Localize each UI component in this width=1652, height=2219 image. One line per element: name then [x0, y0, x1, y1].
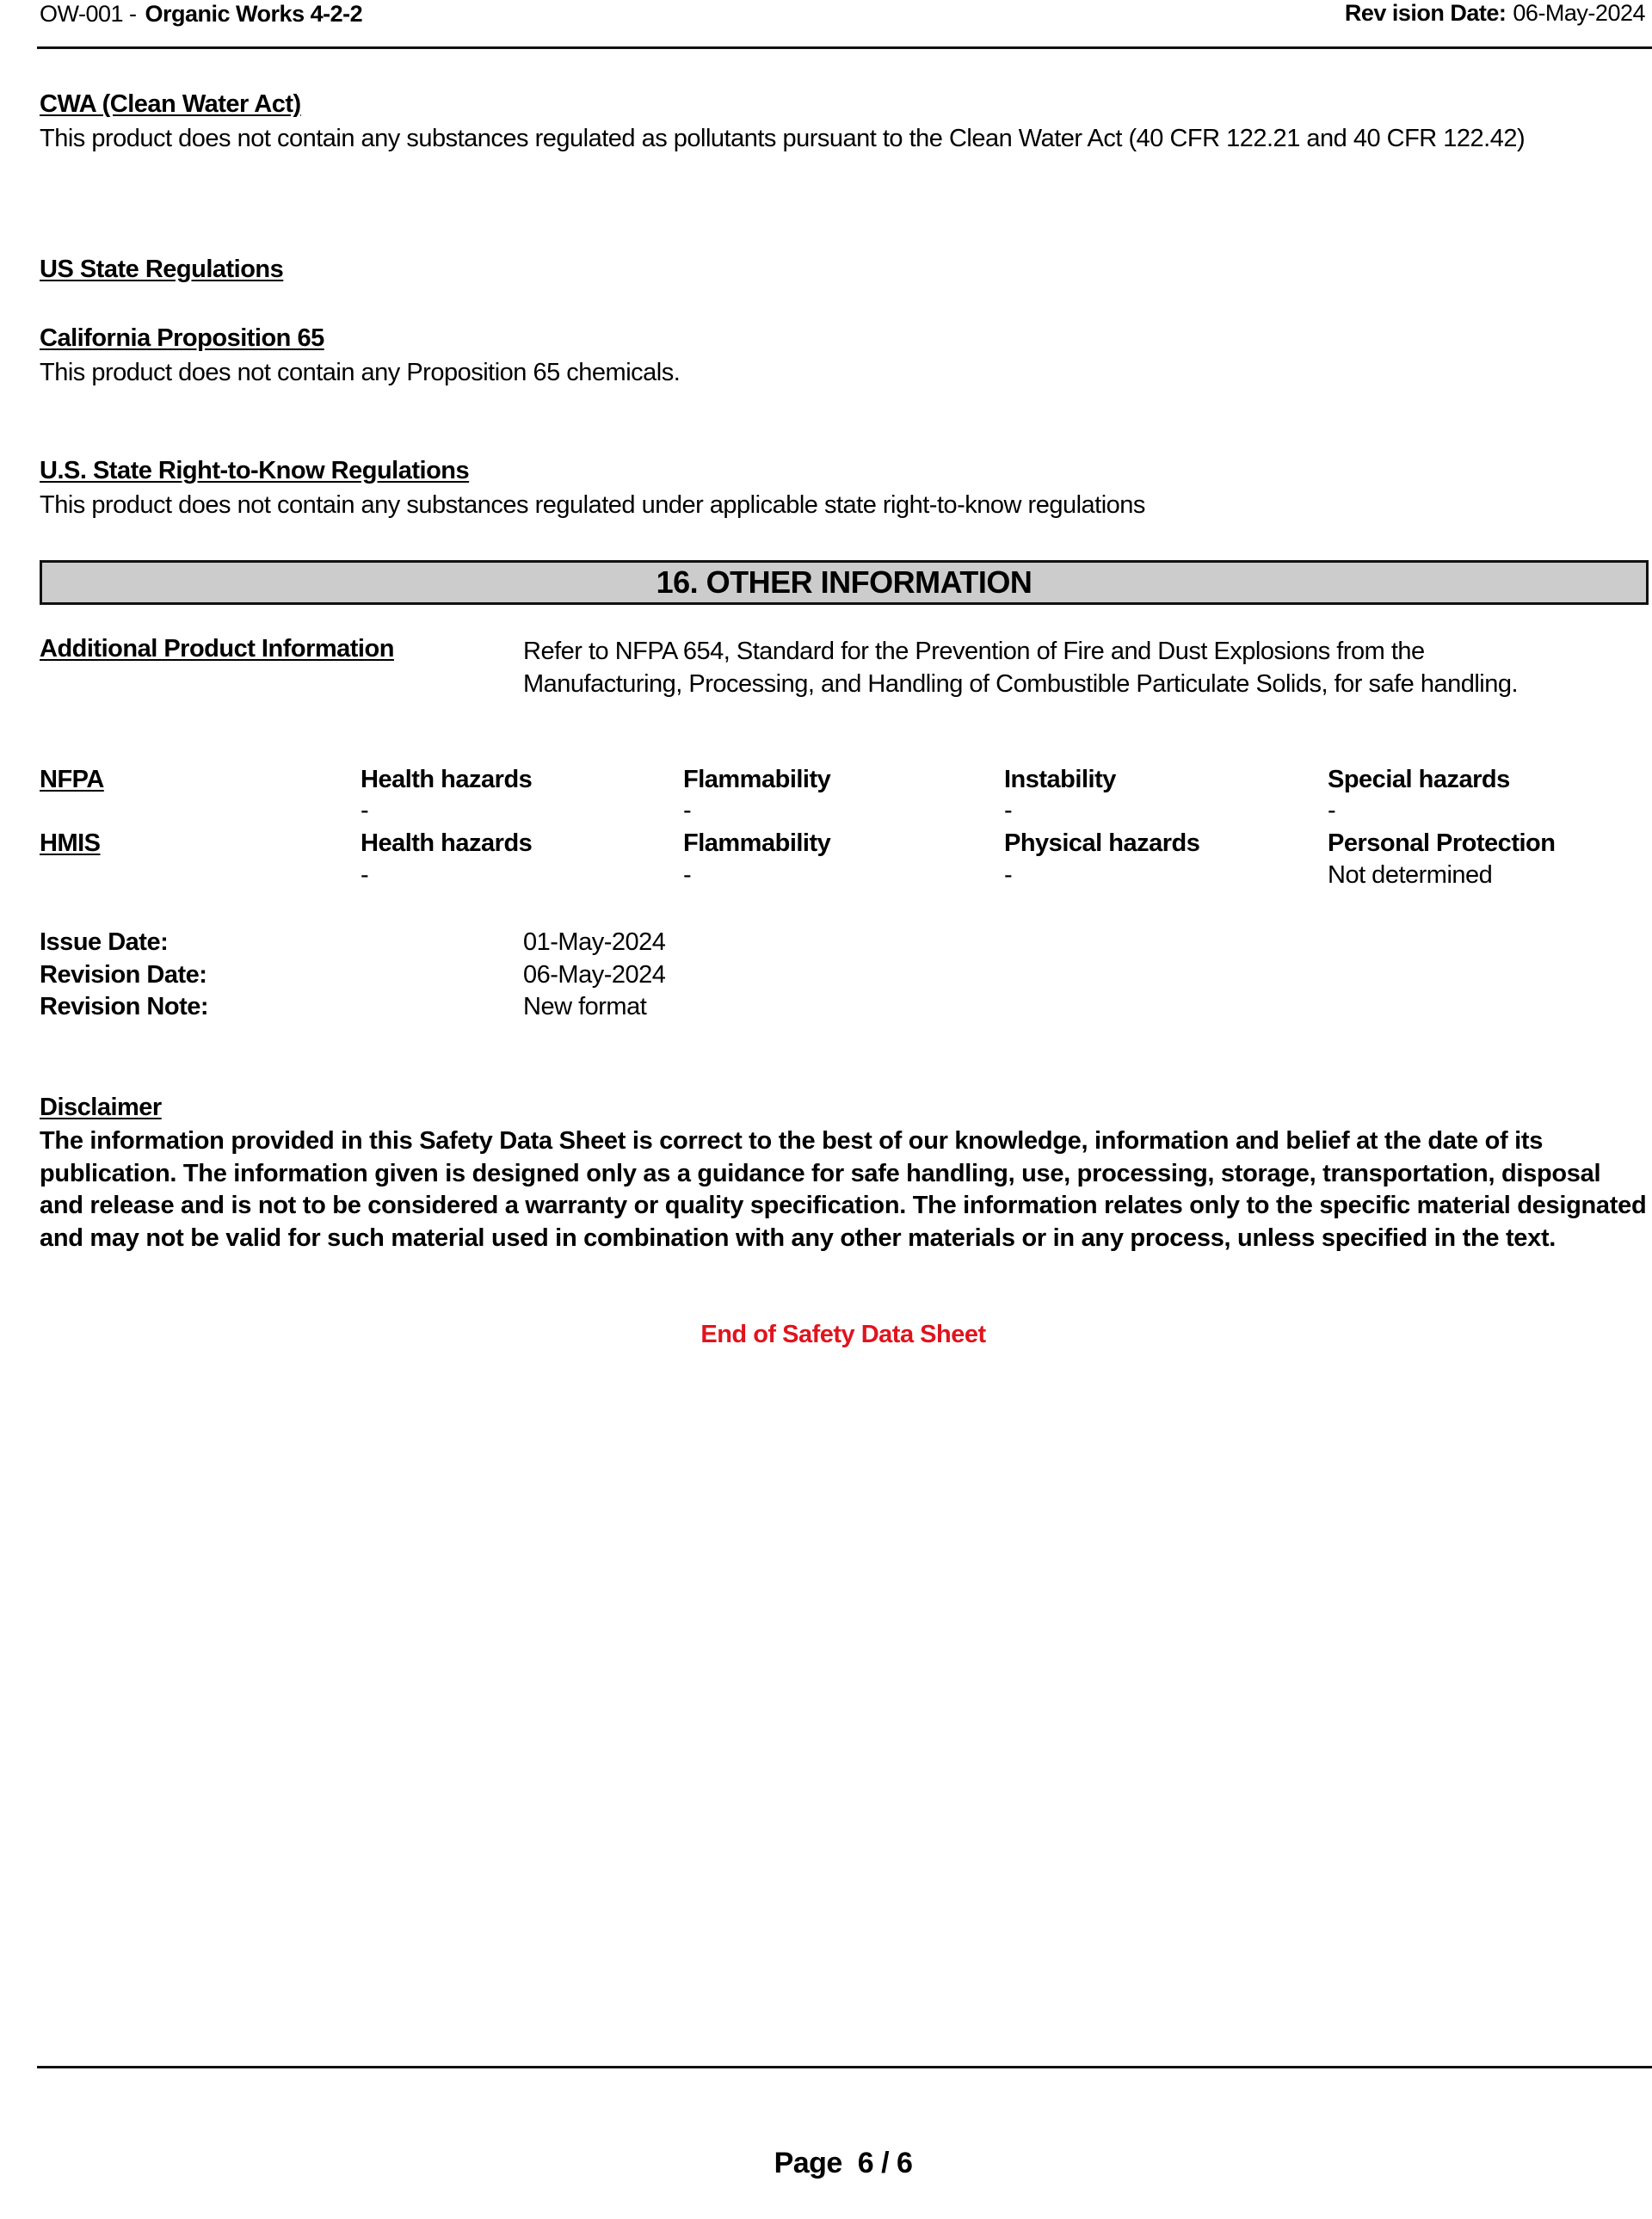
header-revision-label: Rev ision Date:	[1344, 0, 1507, 26]
header-divider	[37, 46, 1652, 49]
us-state-regulations-heading: US State Regulations	[40, 256, 284, 283]
revision-date-label: Revision Date:	[40, 961, 207, 989]
cwa-heading: CWA (Clean Water Act)	[40, 90, 301, 118]
section-16-title: 16. OTHER INFORMATION	[40, 560, 1649, 605]
product-name: Organic Works 4-2-2	[145, 1, 363, 27]
right-to-know-text: This product does not contain any substa…	[40, 491, 1145, 519]
hmis-col-physical: Physical hazards	[1004, 829, 1200, 857]
nfpa-val-instability: -	[1004, 797, 1013, 824]
hmis-col-flammability: Flammability	[683, 829, 831, 857]
document-header-right: Rev ision Date: 06-May-2024	[1344, 0, 1646, 27]
hmis-col-health: Health hazards	[361, 829, 533, 857]
revision-note-value: New format	[523, 993, 647, 1020]
nfpa-col-health: Health hazards	[361, 766, 533, 793]
revision-note-label: Revision Note:	[40, 993, 209, 1020]
hmis-val-flammability: -	[683, 861, 692, 889]
disclaimer-heading: Disclaimer	[40, 1094, 162, 1121]
revision-date-value: 06-May-2024	[523, 961, 666, 989]
hmis-col-personal-protection: Personal Protection	[1328, 829, 1556, 857]
nfpa-col-special: Special hazards	[1328, 766, 1510, 793]
additional-info-label: Additional Product Information	[40, 635, 394, 663]
prop65-text: This product does not contain any Propos…	[40, 359, 681, 386]
nfpa-val-flammability: -	[683, 797, 692, 824]
page-number: Page 6 / 6	[774, 2147, 913, 2179]
right-to-know-heading: U.S. State Right-to-Know Regulations	[40, 457, 470, 484]
prop65-heading: California Proposition 65	[40, 324, 324, 352]
nfpa-col-instability: Instability	[1004, 766, 1116, 793]
issue-date-value: 01-May-2024	[523, 928, 666, 956]
issue-date-label: Issue Date:	[40, 928, 169, 956]
hmis-val-health: -	[361, 861, 369, 889]
hmis-val-personal-protection: Not determined	[1328, 861, 1493, 889]
hmis-val-physical: -	[1004, 861, 1013, 889]
document-code: OW-001 -	[40, 1, 137, 27]
hmis-label: HMIS	[40, 829, 101, 857]
additional-info-text: Refer to NFPA 654, Standard for the Prev…	[523, 638, 1519, 698]
disclaimer-text: The information provided in this Safety …	[40, 1127, 1647, 1252]
nfpa-col-flammability: Flammability	[683, 766, 831, 793]
footer-divider	[37, 2066, 1652, 2068]
nfpa-val-health: -	[361, 797, 369, 824]
document-header-left: OW-001 - Organic Works 4-2-2	[40, 1, 363, 28]
header-revision-date: 06-May-2024	[1513, 0, 1645, 26]
cwa-text: This product does not contain any substa…	[40, 125, 1526, 152]
nfpa-label: NFPA	[40, 766, 104, 793]
end-of-sds-text: End of Safety Data Sheet	[700, 1321, 986, 1348]
nfpa-val-special: -	[1328, 797, 1336, 824]
